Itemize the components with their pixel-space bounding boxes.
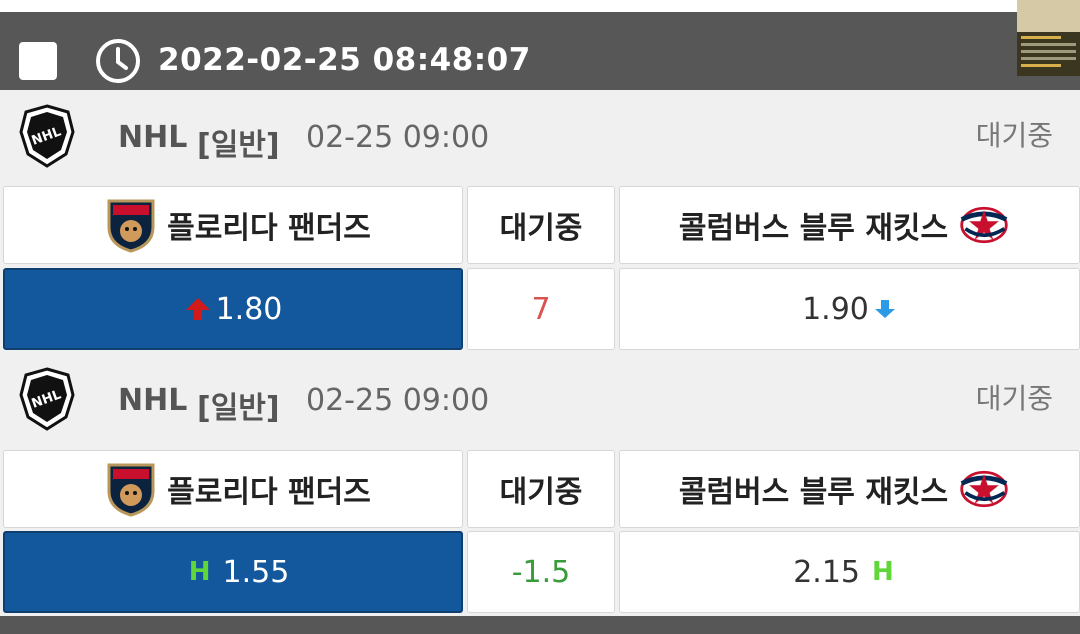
away-team-name: 콜럼버스 블루 재킷스	[678, 475, 949, 510]
home-odds-button[interactable]: 1.80	[3, 268, 463, 350]
middle-status: 대기중	[499, 211, 583, 246]
current-datetime: 2022-02-25 08:48:07	[158, 42, 531, 78]
arrow-up-icon	[185, 298, 210, 320]
header-bar: 2022-02-25 08:48:07	[0, 12, 1080, 90]
away-odds: 1.90	[802, 291, 869, 327]
arrow-down-icon	[874, 300, 895, 318]
nhl-logo-icon: NHL	[19, 104, 75, 168]
bet-type-label: [일반]	[197, 391, 280, 426]
home-team-name: 플로리다 팬더즈	[167, 211, 371, 246]
away-odds-button[interactable]: 1.90	[619, 268, 1080, 350]
middle-status-cell: 대기중	[467, 450, 615, 528]
middle-status-cell: 대기중	[467, 186, 615, 264]
footer-bar	[0, 616, 1080, 634]
home-odds: 1.55	[222, 554, 290, 590]
match-time: 02-25 09:00	[306, 120, 490, 155]
home-team-cell: 플로리다 팬더즈	[3, 186, 463, 264]
match-header: NHL NHL [일반] 02-25 09:00 대기중	[0, 92, 1080, 184]
home-odds-button[interactable]: H 1.55	[3, 531, 463, 613]
away-team-name: 콜럼버스 블루 재킷스	[678, 211, 949, 246]
home-team-name: 플로리다 팬더즈	[167, 475, 371, 510]
columbus-blue-jackets-logo-icon	[960, 206, 1008, 244]
florida-panthers-logo-icon	[107, 199, 155, 253]
home-odds: 1.80	[215, 291, 283, 327]
status-strip	[0, 0, 1080, 12]
match-time: 02-25 09:00	[306, 383, 490, 418]
thumbnail-image[interactable]	[1017, 0, 1080, 76]
line-value: -1.5	[511, 554, 571, 590]
away-odds: 2.15	[793, 554, 861, 590]
checkbox-icon[interactable]	[19, 42, 57, 80]
league-label: NHL	[118, 383, 188, 418]
middle-status: 대기중	[499, 475, 583, 510]
bet-type-label: [일반]	[197, 128, 280, 163]
home-team-cell: 플로리다 팬더즈	[3, 450, 463, 528]
florida-panthers-logo-icon	[107, 463, 155, 517]
match-header: NHL NHL [일반] 02-25 09:00 대기중	[0, 355, 1080, 447]
handicap-badge: H	[188, 557, 211, 587]
line-cell[interactable]: -1.5	[467, 531, 615, 613]
handicap-badge: H	[872, 557, 894, 587]
nhl-logo-icon: NHL	[19, 367, 75, 431]
away-team-cell: 콜럼버스 블루 재킷스	[619, 186, 1080, 264]
line-value: 7	[531, 291, 551, 327]
clock-icon	[96, 39, 140, 83]
away-odds-button[interactable]: 2.15 H	[619, 531, 1080, 613]
line-cell[interactable]: 7	[467, 268, 615, 350]
match-status: 대기중	[975, 119, 1053, 152]
league-label: NHL	[118, 120, 188, 155]
columbus-blue-jackets-logo-icon	[960, 470, 1008, 508]
match-status: 대기중	[975, 382, 1053, 415]
away-team-cell: 콜럼버스 블루 재킷스	[619, 450, 1080, 528]
